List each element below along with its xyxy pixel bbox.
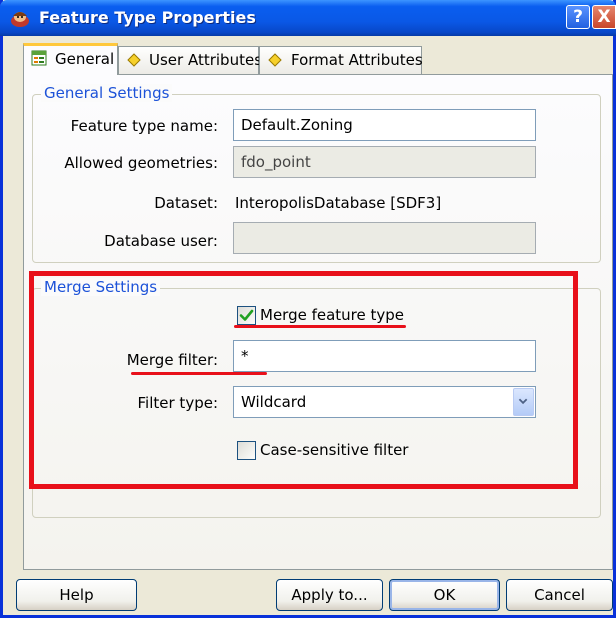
- form-icon: [31, 50, 47, 66]
- annotation-underline-merge-filter: [131, 372, 267, 375]
- feature-type-name-label: Feature type name:: [70, 117, 218, 135]
- allowed-geometries-label: Allowed geometries:: [64, 154, 218, 172]
- general-settings-legend: General Settings: [41, 84, 173, 102]
- titlebar-close-button[interactable]: X: [592, 5, 616, 29]
- apply-to-button[interactable]: Apply to...: [276, 579, 383, 611]
- tab-label: User Attributes: [149, 51, 263, 69]
- tab-label: General: [55, 50, 115, 68]
- diamond-icon: [268, 53, 282, 67]
- app-icon: [11, 12, 29, 27]
- cancel-button[interactable]: Cancel: [506, 579, 613, 611]
- database-user-label: Database user:: [104, 232, 218, 250]
- database-user-field: [233, 222, 536, 254]
- window-title: Feature Type Properties: [39, 8, 256, 27]
- allowed-geometries-field: fdo_point: [233, 146, 536, 178]
- annotation-highlight-box: [29, 271, 578, 489]
- dataset-value: InteropolisDatabase [SDF3]: [235, 194, 442, 212]
- tab-user-attributes[interactable]: User Attributes: [118, 46, 263, 74]
- title-bar[interactable]: Feature Type Properties ? X: [0, 0, 616, 36]
- ok-button[interactable]: OK: [389, 579, 500, 611]
- feature-type-name-input[interactable]: Default.Zoning: [233, 109, 536, 141]
- tab-format-attributes[interactable]: Format Attributes: [259, 46, 423, 74]
- dataset-label: Dataset:: [154, 194, 218, 212]
- tab-label: Format Attributes: [291, 51, 423, 69]
- help-button[interactable]: Help: [16, 579, 137, 611]
- titlebar-help-button[interactable]: ?: [566, 5, 590, 29]
- feature-type-properties-dialog: Feature Type Properties ? X User Attribu…: [0, 0, 616, 618]
- annotation-underline-merge-feature-type: [234, 325, 406, 328]
- diamond-icon: [127, 53, 141, 67]
- tab-general[interactable]: General: [23, 43, 118, 75]
